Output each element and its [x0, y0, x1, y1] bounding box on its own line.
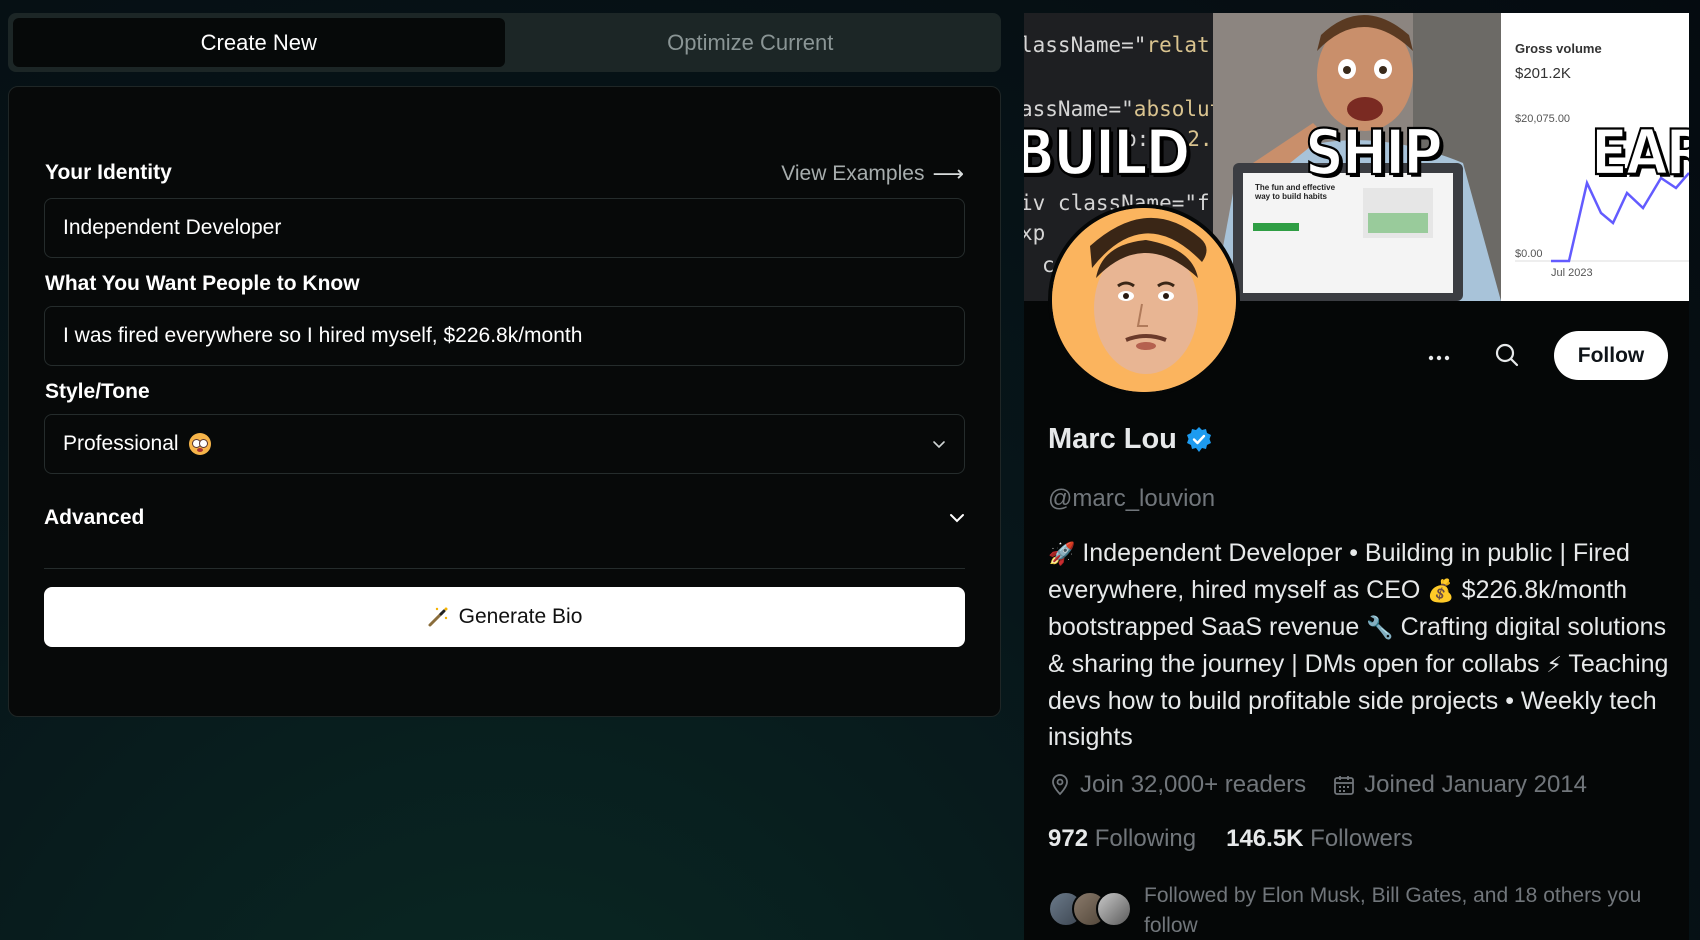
view-examples-label: View Examples: [781, 162, 925, 185]
know-value: I was fired everywhere so I hired myself…: [63, 324, 583, 347]
arrow-right-icon: ⟶: [932, 161, 964, 186]
banner-word-build: BUILD: [1024, 115, 1191, 190]
view-examples-link[interactable]: View Examples ⟶: [781, 161, 964, 187]
money-bag-icon: 💰: [1427, 578, 1455, 603]
identity-input[interactable]: Independent Developer: [44, 198, 965, 258]
lightning-icon: ⚡: [1546, 652, 1562, 677]
bio-text: 🚀 Independent Developer • Building in pu…: [1048, 539, 1669, 751]
chevron-down-icon: [950, 513, 964, 522]
followers-stat[interactable]: 146.5K Followers: [1226, 825, 1413, 853]
know-label: What You Want People to Know: [45, 272, 360, 295]
magic-wand-icon: [428, 607, 448, 627]
style-select[interactable]: Professional: [44, 414, 965, 474]
wrench-icon: 🔧: [1366, 615, 1394, 640]
location-pin-icon: [1052, 774, 1068, 796]
chevron-down-icon: [933, 441, 945, 449]
search-icon[interactable]: [1492, 340, 1522, 370]
avatar: [1096, 891, 1132, 927]
banner-revenue-chart: Gross volume $201.2K $20,075.00 $0.00 Ju…: [1501, 13, 1689, 301]
handle: @marc_louvion: [1048, 485, 1216, 512]
avatar-face-illustration: [1052, 208, 1236, 392]
more-horizontal-icon[interactable]: [1424, 343, 1454, 373]
style-value: Professional: [63, 432, 179, 455]
tab-optimize-current[interactable]: Optimize Current: [505, 18, 997, 67]
followed-by[interactable]: Followed by Elon Musk, Bill Gates, and 1…: [1048, 881, 1664, 940]
style-label: Style/Tone: [45, 380, 150, 403]
banner-word-earn: EARN: [1590, 115, 1689, 190]
generate-bio-button[interactable]: Generate Bio: [44, 587, 965, 647]
banner-photo: The fun and effective way to build habit…: [1213, 13, 1501, 301]
identity-value: Independent Developer: [63, 216, 282, 239]
verified-badge-icon: [1186, 426, 1211, 452]
identity-label: Your Identity: [45, 161, 172, 184]
joined-item: Joined January 2014: [1332, 771, 1587, 799]
profile-meta: Join 32,000+ readers Joined January 2014: [1048, 771, 1587, 799]
follow-button[interactable]: Follow: [1554, 331, 1668, 380]
avatar[interactable]: [1048, 204, 1240, 396]
advanced-toggle[interactable]: Advanced: [44, 487, 965, 569]
calendar-icon: [1334, 776, 1355, 795]
mutual-avatars: [1048, 891, 1132, 931]
followed-by-text: Followed by Elon Musk, Bill Gates, and 1…: [1144, 884, 1642, 937]
display-name: Marc Lou: [1048, 423, 1213, 456]
mode-tabs: Create New Optimize Current: [8, 13, 1001, 72]
advanced-label: Advanced: [44, 505, 145, 529]
follow-stats: 972 Following 146.5K Followers: [1048, 825, 1413, 853]
display-name-text: Marc Lou: [1048, 423, 1177, 455]
know-input[interactable]: I was fired everywhere so I hired myself…: [44, 306, 965, 366]
tab-create-new[interactable]: Create New: [13, 18, 505, 67]
profile-preview: lassName="relat assName="absolut p: "-2.…: [1024, 13, 1689, 940]
following-stat[interactable]: 972 Following: [1048, 825, 1196, 853]
location-item: Join 32,000+ readers: [1048, 771, 1306, 799]
nerd-face-emoji-icon: [188, 433, 211, 455]
generate-bio-label: Generate Bio: [458, 605, 583, 628]
bio-form: Your Identity View Examples ⟶ Independen…: [8, 86, 1001, 717]
rocket-icon: 🚀: [1048, 541, 1076, 566]
banner-word-ship: SHIP: [1304, 115, 1444, 190]
